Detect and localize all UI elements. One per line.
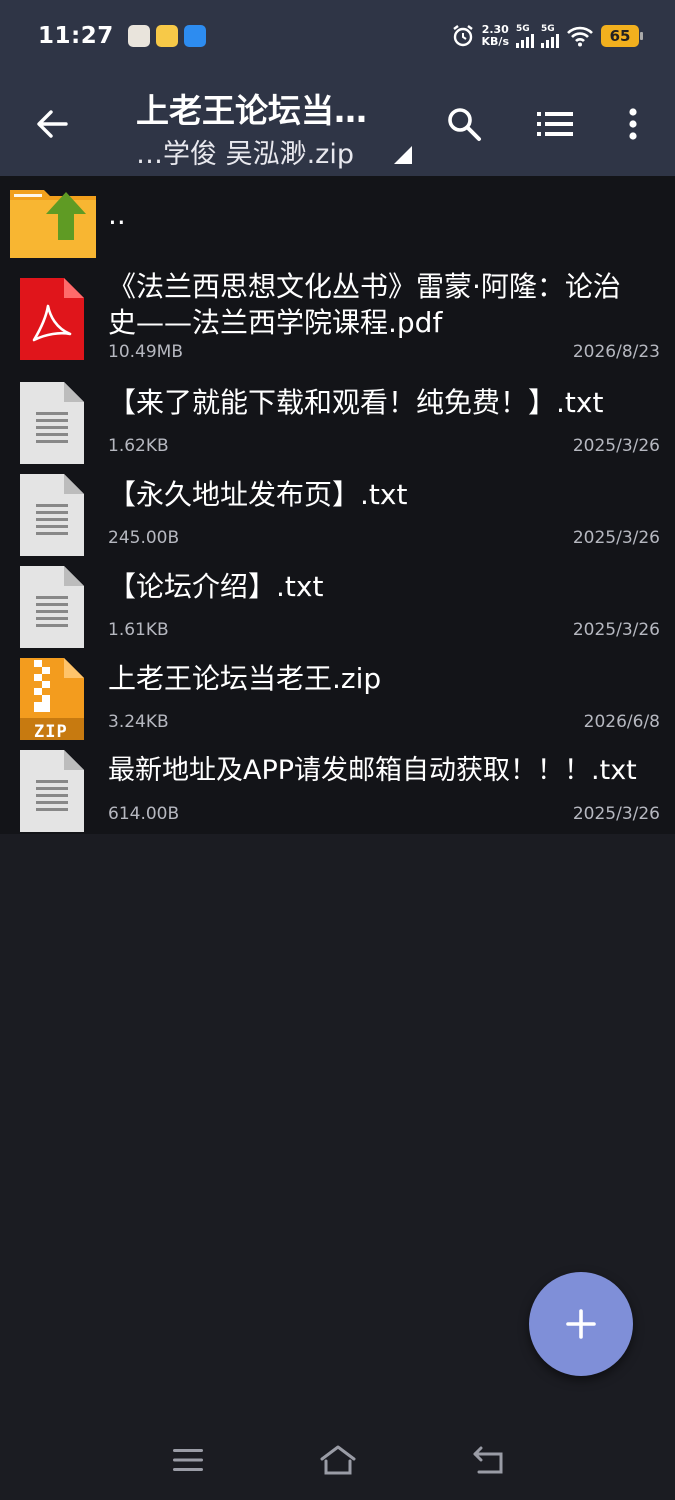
path-dropdown[interactable]: …学俊 吴泓渺.zip — [136, 132, 354, 171]
arrow-left-icon — [37, 110, 68, 138]
file-size: 3.24KB — [108, 712, 169, 732]
file-name: 【来了就能下载和观看！纯免费！】.txt — [108, 386, 604, 419]
file-name-continued: 史——法兰西学院课程.pdf — [108, 306, 443, 339]
file-name: 上老王论坛当老王.zip — [108, 662, 382, 695]
search-button[interactable] — [440, 100, 488, 148]
zip-badge-label: ZIP — [34, 722, 68, 742]
list-item[interactable]: 【来了就能下载和观看！纯免费！】.txt 1.62KB 2025/3/26 — [0, 376, 675, 468]
sim2-label: 5G — [541, 23, 555, 34]
network-speed-unit: KB/s — [481, 35, 509, 48]
battery-level: 65 — [609, 27, 631, 45]
return-icon — [473, 1446, 503, 1474]
notes-app-icon — [155, 25, 178, 47]
text-file-icon — [20, 750, 84, 832]
sim2-signal: 5G — [541, 23, 559, 48]
file-date: 2025/3/26 — [572, 620, 660, 640]
recent-apps-button[interactable] — [168, 1440, 208, 1480]
search-icon — [448, 108, 481, 141]
view-mode-button[interactable] — [531, 100, 579, 148]
status-bar: 11:27 2.30 KB/s 5G 5G 65 — [0, 0, 675, 72]
file-size: 245.00B — [108, 528, 180, 548]
file-date: 2026/8/23 — [572, 342, 660, 362]
status-time: 11:27 — [38, 23, 114, 49]
text-file-icon — [20, 382, 84, 464]
list-item[interactable]: 最新地址及APP请发邮箱自动获取！！！.txt 614.00B 2025/3/2… — [0, 744, 675, 834]
alarm-icon — [452, 25, 473, 47]
battery-indicator: 65 — [601, 25, 643, 47]
file-size: 614.00B — [108, 804, 180, 824]
file-name: 最新地址及APP请发邮箱自动获取！！！.txt — [108, 755, 637, 786]
list-item[interactable]: 《法兰西思想文化丛书》雷蒙·阿隆：论治 史——法兰西学院课程.pdf 10.49… — [0, 268, 675, 376]
file-date: 2025/3/26 — [572, 528, 660, 548]
page-title: 上老王论坛当… — [136, 91, 367, 130]
home-button[interactable] — [318, 1440, 358, 1480]
list-item[interactable]: ZIP 上老王论坛当老王.zip 3.24KB 2026/6/8 — [0, 652, 675, 744]
parent-directory-label: .. — [108, 198, 126, 231]
system-navigation-bar — [0, 1418, 675, 1500]
file-name: 【论坛介绍】.txt — [108, 570, 324, 603]
file-date: 2026/6/8 — [583, 712, 660, 732]
file-size: 1.61KB — [108, 620, 169, 640]
more-vert-icon — [629, 108, 637, 140]
file-name: 《法兰西思想文化丛书》雷蒙·阿隆：论治 — [108, 270, 621, 303]
notification-icons — [127, 25, 206, 47]
wifi-icon — [567, 26, 593, 47]
text-file-icon — [20, 566, 84, 648]
file-name: 【永久地址发布页】.txt — [108, 478, 408, 511]
back-navigation-button[interactable] — [468, 1440, 508, 1480]
browser-app-icon — [183, 25, 206, 47]
file-date: 2025/3/26 — [572, 804, 660, 824]
text-file-icon — [20, 474, 84, 556]
pdf-file-icon — [20, 278, 84, 360]
menu-icon — [173, 1449, 203, 1471]
file-size: 1.62KB — [108, 436, 169, 456]
dropdown-triangle-icon — [394, 146, 412, 164]
network-speed: 2.30 KB/s — [482, 24, 509, 48]
list-item[interactable]: 【论坛介绍】.txt 1.61KB 2025/3/26 — [0, 560, 675, 652]
news-app-icon — [127, 25, 150, 47]
file-size: 10.49MB — [108, 342, 183, 362]
app-bar: 上老王论坛当… …学俊 吴泓渺.zip — [0, 72, 675, 176]
parent-directory-item[interactable]: .. — [0, 176, 675, 268]
sim1-signal: 5G — [516, 23, 534, 48]
back-button[interactable] — [30, 102, 74, 146]
plus-icon — [566, 1309, 596, 1339]
sim1-label: 5G — [516, 23, 530, 34]
list-item[interactable]: 【永久地址发布页】.txt 245.00B 2025/3/26 — [0, 468, 675, 560]
file-date: 2025/3/26 — [572, 436, 660, 456]
signal-bars-icon — [541, 33, 559, 48]
signal-bars-icon — [516, 33, 534, 48]
folder-up-icon — [10, 190, 96, 258]
more-options-button[interactable] — [609, 100, 657, 148]
add-button[interactable] — [529, 1272, 633, 1376]
home-icon — [320, 1445, 356, 1475]
list-view-icon — [537, 112, 573, 136]
file-list: .. 《法兰西思想文化丛书》雷蒙·阿隆：论治 史——法兰西学院课程.pdf 10… — [0, 176, 675, 834]
